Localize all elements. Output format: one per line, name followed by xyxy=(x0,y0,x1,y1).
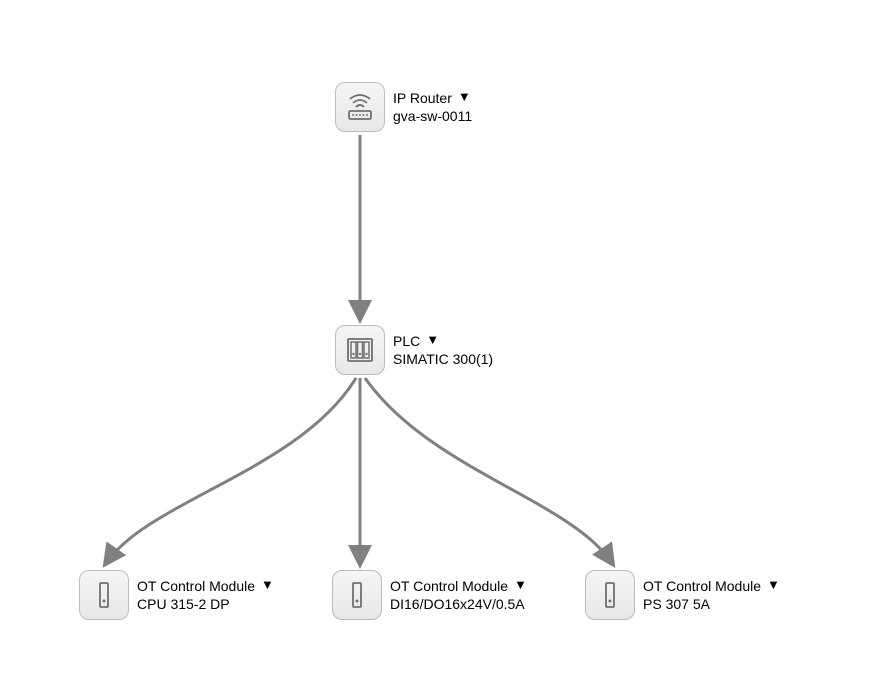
node-type: OT Control Module xyxy=(137,577,255,595)
node-label: OT Control Module ▼ CPU 315-2 DP xyxy=(137,577,274,613)
chevron-down-icon[interactable]: ▼ xyxy=(458,89,471,106)
node-label: PLC ▼ SIMATIC 300(1) xyxy=(393,332,493,368)
node-name: PS 307 5A xyxy=(643,595,780,613)
node-name: gva-sw-0011 xyxy=(393,107,472,125)
node-name: SIMATIC 300(1) xyxy=(393,350,493,368)
node-label: OT Control Module ▼ PS 307 5A xyxy=(643,577,780,613)
node-type: PLC xyxy=(393,332,420,350)
node-name: DI16/DO16x24V/0.5A xyxy=(390,595,527,613)
edge-plc-ot3 xyxy=(365,378,612,563)
node-ot-io[interactable]: OT Control Module ▼ DI16/DO16x24V/0.5A xyxy=(332,570,527,620)
chevron-down-icon[interactable]: ▼ xyxy=(426,332,439,349)
node-type: IP Router xyxy=(393,89,452,107)
node-name: CPU 315-2 DP xyxy=(137,595,274,613)
node-router[interactable]: IP Router ▼ gva-sw-0011 xyxy=(335,82,472,132)
chevron-down-icon[interactable]: ▼ xyxy=(514,577,527,594)
router-icon xyxy=(335,82,385,132)
node-type: OT Control Module xyxy=(390,577,508,595)
node-type: OT Control Module xyxy=(643,577,761,595)
chevron-down-icon[interactable]: ▼ xyxy=(261,577,274,594)
node-plc[interactable]: PLC ▼ SIMATIC 300(1) xyxy=(335,325,493,375)
node-label: IP Router ▼ gva-sw-0011 xyxy=(393,89,472,125)
ot-icon xyxy=(79,570,129,620)
node-ot-cpu[interactable]: OT Control Module ▼ CPU 315-2 DP xyxy=(79,570,274,620)
node-label: OT Control Module ▼ DI16/DO16x24V/0.5A xyxy=(390,577,527,613)
ot-icon xyxy=(332,570,382,620)
chevron-down-icon[interactable]: ▼ xyxy=(767,577,780,594)
ot-icon xyxy=(585,570,635,620)
node-ot-ps[interactable]: OT Control Module ▼ PS 307 5A xyxy=(585,570,780,620)
diagram-canvas: IP Router ▼ gva-sw-0011 PLC ▼ SIMATI xyxy=(0,0,872,684)
plc-icon xyxy=(335,325,385,375)
edge-plc-ot1 xyxy=(106,378,356,563)
